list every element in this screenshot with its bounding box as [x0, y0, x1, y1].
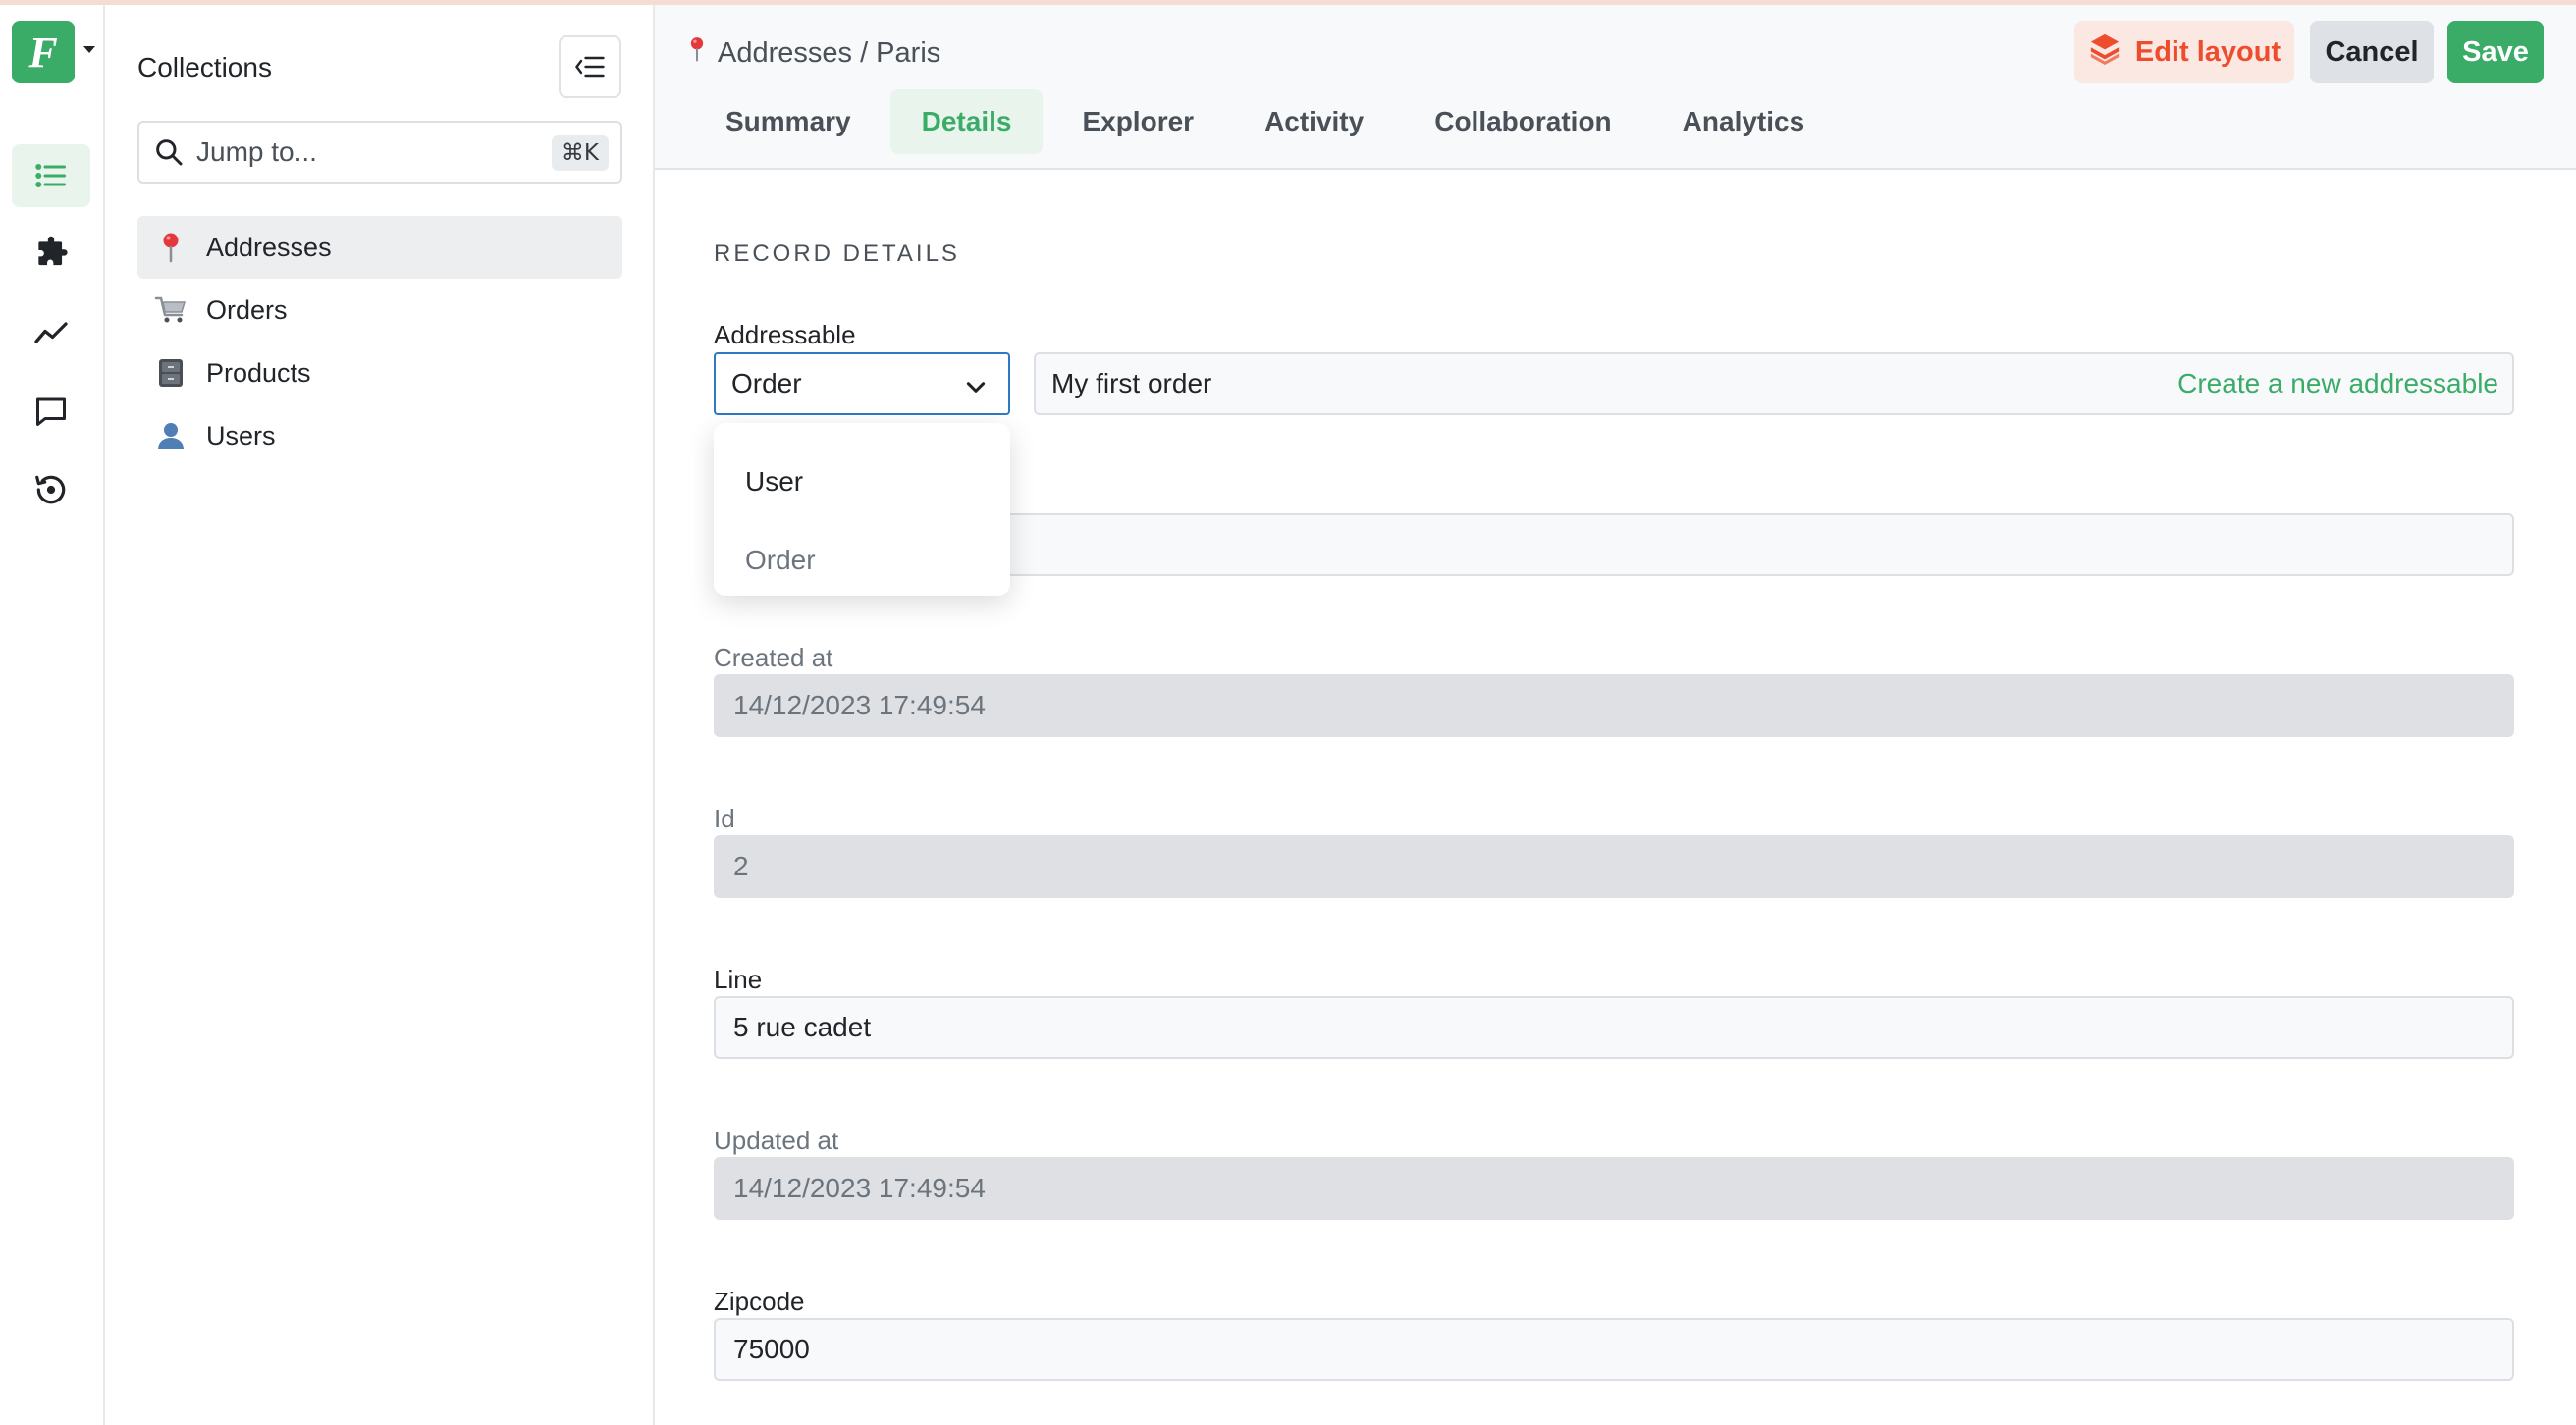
edit-layout-label: Edit layout	[2134, 35, 2281, 68]
addressable-label: Addressable	[714, 320, 856, 349]
updated-at-field: 14/12/2023 17:49:54	[714, 1157, 2514, 1220]
sidebar-item-label: Products	[206, 357, 311, 388]
layers-icon	[2088, 31, 2121, 73]
collections-sidebar: Collections ⌘K Addresses Orders Products	[105, 5, 655, 1425]
chevron-down-icon	[966, 382, 986, 393]
history-icon	[35, 475, 66, 504]
tab-explorer[interactable]: Explorer	[1050, 89, 1225, 154]
record-view: Addresses / Paris Summary Details Explor…	[655, 5, 2576, 1425]
breadcrumb-text: Addresses / Paris	[718, 36, 941, 69]
sidebar-item-users[interactable]: Users	[137, 404, 622, 467]
addressable-record-field[interactable]: My first order Create a new addressable	[1034, 352, 2514, 415]
tab-details[interactable]: Details	[889, 89, 1044, 154]
create-addressable-link[interactable]: Create a new addressable	[2177, 368, 2498, 399]
rail-extensions-button[interactable]	[12, 223, 90, 286]
save-button[interactable]: Save	[2447, 21, 2544, 83]
rail-analytics-button[interactable]	[12, 301, 90, 364]
pin-icon	[151, 232, 190, 263]
dropdown-option-user[interactable]: User	[745, 466, 803, 498]
rail-history-button[interactable]	[12, 458, 90, 521]
sidebar-item-products[interactable]: Products	[137, 342, 622, 404]
user-icon	[151, 420, 190, 451]
chart-line-icon	[34, 322, 68, 343]
id-label: Id	[714, 804, 735, 833]
collapse-sidebar-button[interactable]	[559, 35, 621, 98]
id-field: 2	[714, 835, 2514, 898]
tab-collaboration[interactable]: Collaboration	[1403, 89, 1642, 154]
created-at-label: Created at	[714, 643, 833, 672]
sidebar-item-orders[interactable]: Orders	[137, 279, 622, 342]
tab-summary[interactable]: Summary	[694, 89, 883, 154]
logo-letter: F	[28, 27, 58, 77]
sidebar-item-label: Orders	[206, 294, 288, 325]
line-label: Line	[714, 965, 763, 994]
record-header: Addresses / Paris Summary Details Explor…	[655, 5, 2576, 170]
chevron-down-icon[interactable]	[83, 46, 95, 53]
record-details: RECORD DETAILS Addressable Order My firs…	[655, 170, 2576, 1425]
chat-icon	[36, 397, 66, 426]
updated-at-label: Updated at	[714, 1126, 839, 1155]
cart-icon	[151, 295, 190, 325]
sidebar-title: Collections	[137, 52, 272, 82]
addressable-record-value: My first order	[1051, 368, 1212, 398]
rail-messages-button[interactable]	[12, 380, 90, 443]
created-at-field: 14/12/2023 17:49:54	[714, 674, 2514, 737]
sidebar-item-label: Users	[206, 420, 276, 450]
line-input[interactable]: 5 rue cadet	[714, 996, 2514, 1059]
zipcode-input[interactable]: 75000	[714, 1318, 2514, 1381]
jump-to-search: ⌘K	[137, 121, 622, 184]
app-rail: F	[0, 5, 105, 1425]
list-icon	[35, 164, 66, 187]
collapse-icon	[575, 56, 605, 78]
puzzle-icon	[38, 236, 68, 266]
cancel-button[interactable]: Cancel	[2310, 21, 2434, 83]
edit-layout-button[interactable]: Edit layout	[2074, 21, 2294, 83]
tab-analytics[interactable]: Analytics	[1651, 89, 1837, 154]
search-input[interactable]	[196, 132, 530, 172]
dropdown-option-order[interactable]: Order	[745, 545, 816, 576]
tab-activity[interactable]: Activity	[1233, 89, 1395, 154]
pin-icon	[688, 34, 706, 72]
addressable-type-value: Order	[731, 368, 802, 398]
sidebar-item-label: Addresses	[206, 232, 332, 262]
breadcrumb: Addresses / Paris	[688, 34, 940, 72]
shortcut-badge: ⌘K	[551, 135, 609, 171]
section-title: RECORD DETAILS	[714, 240, 960, 267]
addressable-type-select[interactable]: Order	[714, 352, 1010, 415]
addressable-type-dropdown: User Order	[714, 423, 1010, 596]
app-logo[interactable]: F	[12, 21, 75, 83]
search-icon	[156, 139, 183, 166]
cabinet-icon	[151, 357, 190, 389]
sidebar-item-addresses[interactable]: Addresses	[137, 216, 622, 279]
zipcode-label: Zipcode	[714, 1287, 805, 1316]
rail-collections-button[interactable]	[12, 144, 90, 207]
record-tabs: Summary Details Explorer Activity Collab…	[694, 89, 1844, 154]
